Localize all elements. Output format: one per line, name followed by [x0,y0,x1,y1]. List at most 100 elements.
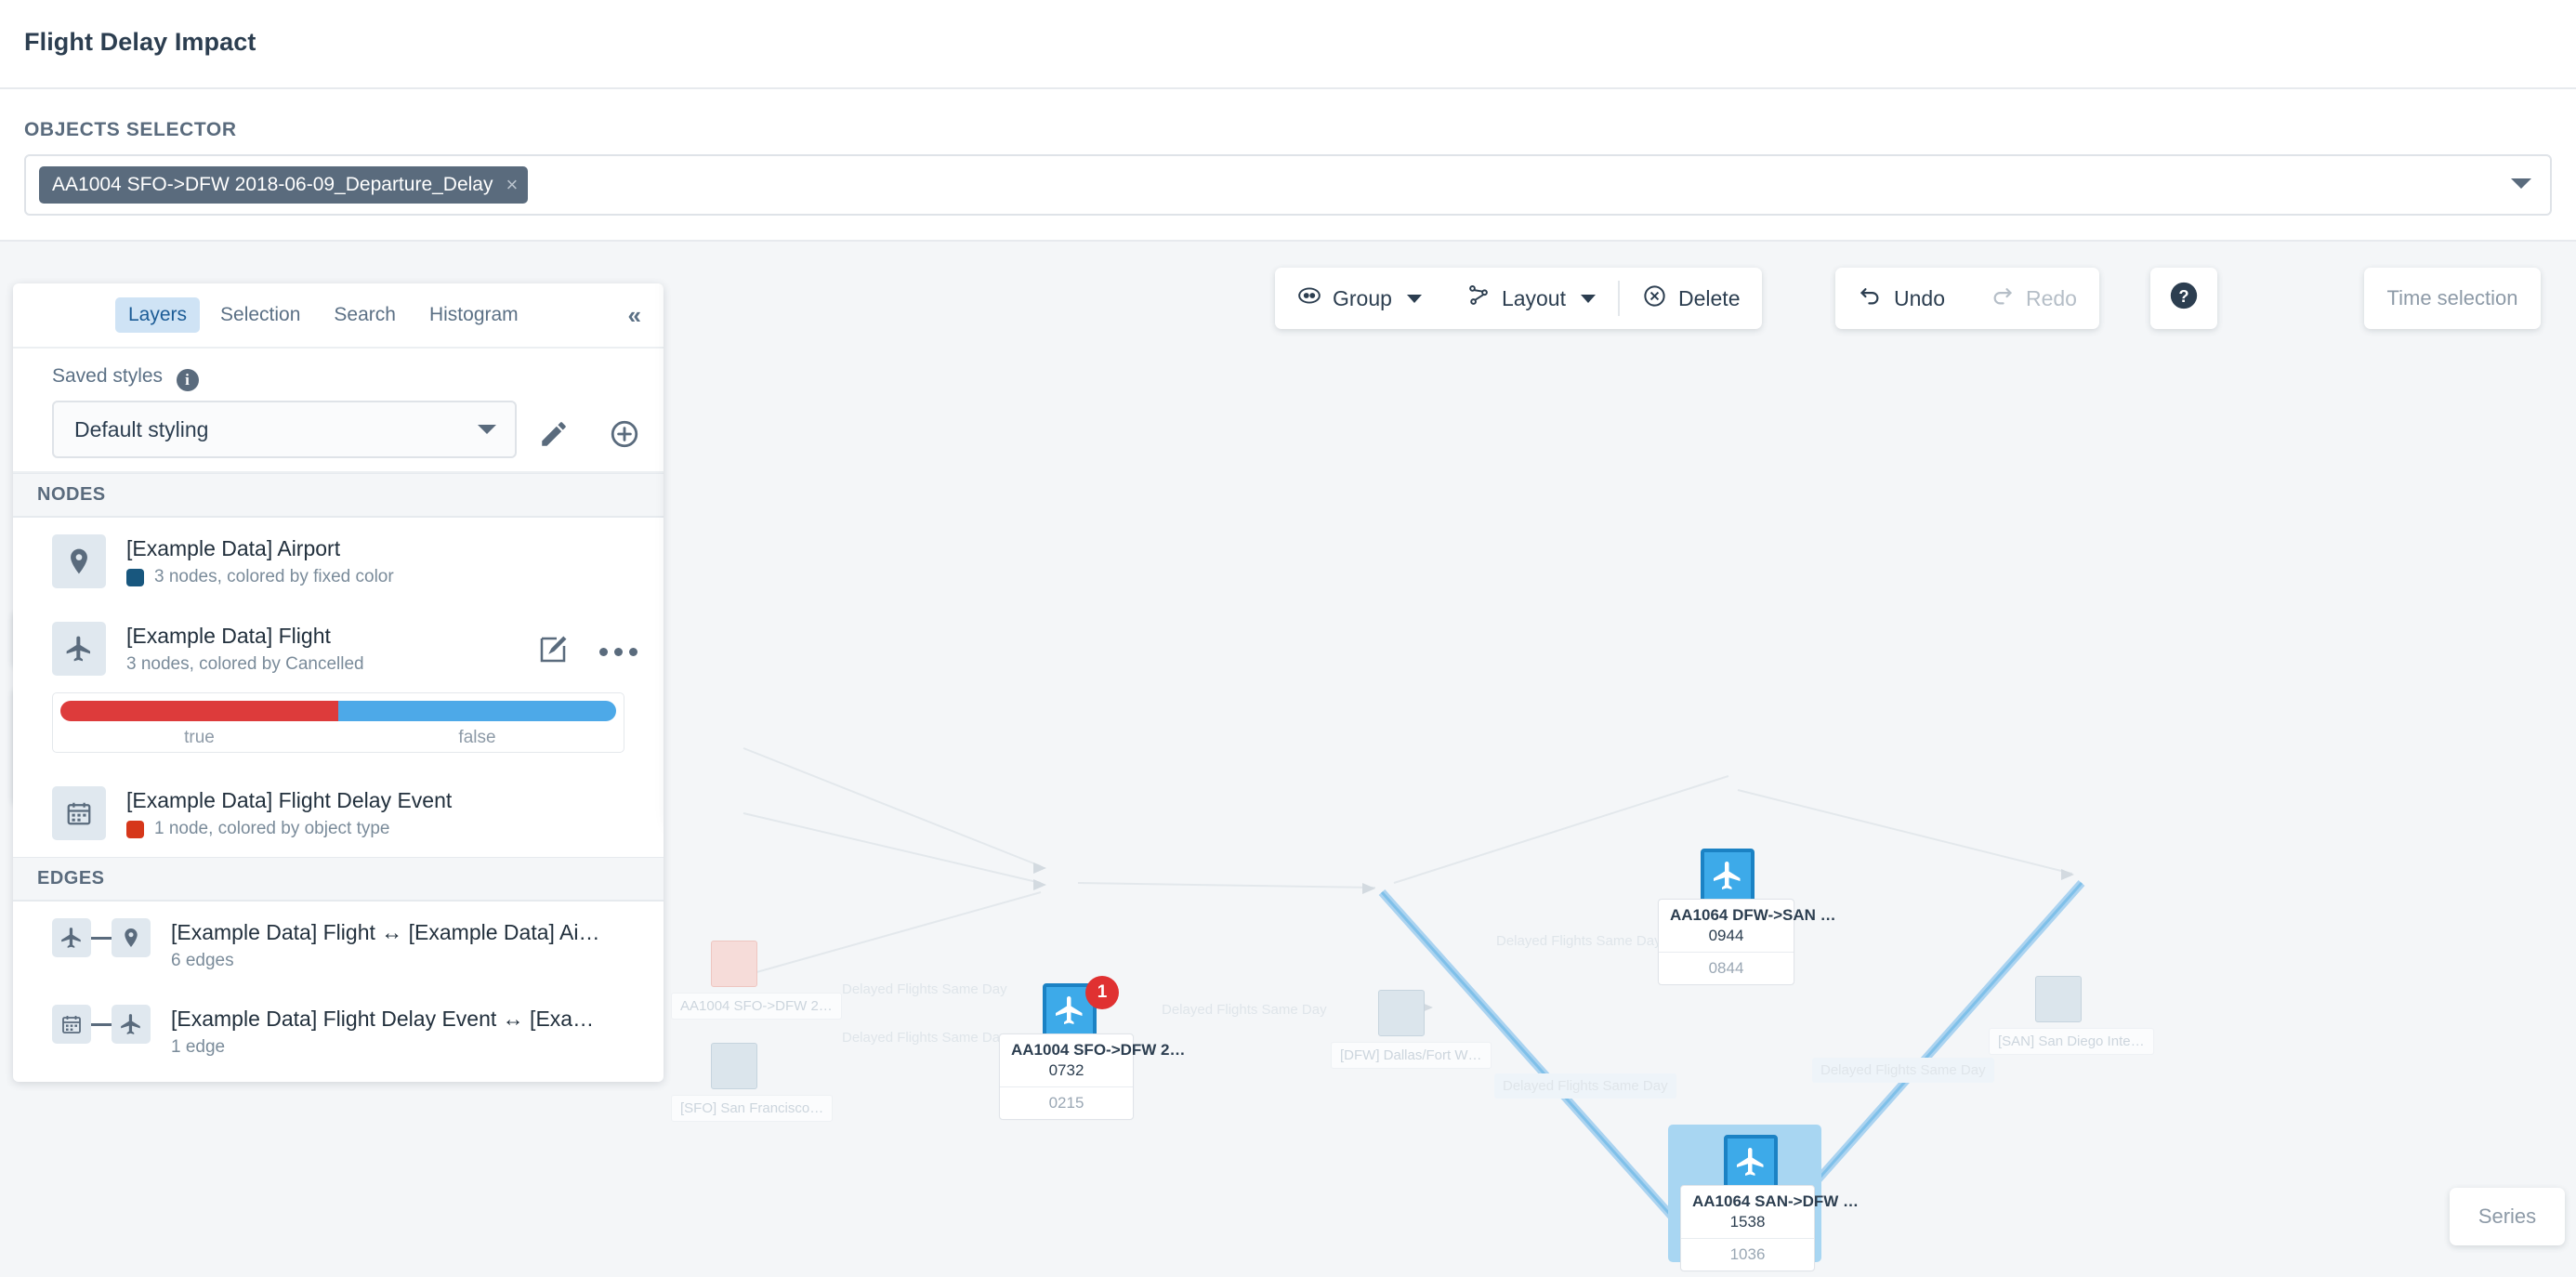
edge-connector [91,1022,112,1026]
layer-row-flight[interactable]: [Example Data] Flight 3 nodes, colored b… [13,605,664,692]
edge-icon-pair [52,918,151,957]
colorbar-legend-false: false [458,728,496,747]
group-button[interactable]: Group [1275,268,1444,329]
airplane-icon [1724,1135,1778,1189]
redo-button-label: Redo [2025,285,2077,310]
layer-name: [Example Data] Flight Delay Event ↔ [Exa… [171,1007,595,1031]
delete-button[interactable]: Delete [1620,268,1762,329]
time-selection-label: Time selection [2386,286,2518,309]
objects-selector-section: OBJECTS SELECTOR AA1004 SFO->DFW 2018-06… [0,89,2576,242]
layer-subtitle: 3 nodes, colored by fixed color [126,567,394,587]
redo-button[interactable]: Redo [1967,268,2099,329]
saved-styles-select[interactable]: Default styling [52,401,517,458]
airplane-icon [52,622,106,676]
layer-row-airport[interactable]: [Example Data] Airport 3 nodes, colored … [13,518,664,605]
layer-subtitle-text: 6 edges [171,951,234,970]
layers-panel-tabs: Layers Selection Search Histogram « [13,283,664,349]
ghost-node-sfo-icon[interactable] [711,1043,757,1089]
edge-label: Delayed Flights Same Day [1162,1002,1327,1018]
tab-search[interactable]: Search [321,297,409,333]
layer-info: [Example Data] Flight Delay Event 1 node… [126,786,452,839]
ghost-node-san-icon[interactable] [2035,976,2082,1022]
layer-row-flight-delay-event[interactable]: [Example Data] Flight Delay Event 1 node… [13,770,664,857]
close-icon[interactable]: × [506,175,519,195]
graph-node-label: AA1004 SFO->DFW 2… 0732 0215 [999,1033,1186,1120]
group-icon [1297,283,1321,313]
colorbar-legend-true: true [184,728,215,747]
section-header-edges: EDGES [13,857,664,902]
toolbar-help-group: ? [2150,268,2217,329]
ghost-node-event-label: AA1004 SFO->DFW 2… [671,993,842,1020]
edge-label: Delayed Flights Same Day [1496,933,1662,949]
selected-object-chip[interactable]: AA1004 SFO->DFW 2018-06-09_Departure_Del… [39,166,529,204]
edit-pencil-icon[interactable] [538,418,570,454]
saved-styles-actions [538,418,640,454]
layer-info: [Example Data] Flight Delay Event ↔ [Exa… [171,1005,594,1058]
collapse-panel-icon[interactable]: « [628,301,641,330]
edge-label: Delayed Flights Same Day [1812,1058,1994,1083]
saved-styles-label: Saved styles [52,365,164,387]
airplane-icon [112,1005,151,1044]
layer-subtitle-text: 3 nodes, colored by Cancelled [126,654,364,674]
colorbar-segment-true [60,701,338,721]
redo-icon [1990,283,2015,314]
layer-subtitle: 3 nodes, colored by Cancelled [126,654,364,675]
chip-label: AA1004 SFO->DFW 2018-06-09_Departure_Del… [52,174,493,195]
series-button[interactable]: Series [2450,1188,2565,1245]
group-button-label: Group [1333,285,1392,310]
objects-selector-input[interactable]: AA1004 SFO->DFW 2018-06-09_Departure_Del… [24,154,2552,216]
help-icon: ? [2168,280,2200,317]
delete-button-label: Delete [1678,285,1741,310]
edge-icon-pair [52,1005,151,1044]
tab-histogram[interactable]: Histogram [416,297,532,333]
chevron-down-icon [1406,294,1422,303]
edge-label: Delayed Flights Same Day [842,981,1007,997]
node-line3: 0215 [1000,1086,1133,1119]
more-options-icon[interactable] [599,648,637,656]
layout-button[interactable]: Layout [1444,268,1618,329]
tab-selection[interactable]: Selection [207,297,313,333]
ghost-node-event-icon[interactable] [711,941,757,987]
undo-button[interactable]: Undo [1835,268,1967,329]
time-selection-button[interactable]: Time selection [2364,268,2541,329]
objects-selector-label: OBJECTS SELECTOR [24,119,237,140]
app-root: AA1004 SFO->DFW 2… [SFO] San Francisco… … [0,0,2576,1277]
toolbar-main-group: Group Layout Delete [1275,268,1763,329]
layer-name: [Example Data] Airport [126,536,341,560]
ghost-node-dfw-icon[interactable] [1378,990,1425,1036]
layer-name: [Example Data] Flight [126,624,331,648]
node-badge-count: 1 [1085,976,1119,1009]
section-header-nodes: NODES [13,473,664,518]
page-title: Flight Delay Impact [24,28,256,56]
ghost-node-dfw-label: [DFW] Dallas/Fort W… [1331,1042,1492,1069]
layer-row-edge-flight-airport[interactable]: [Example Data] Flight ↔ [Example Data] A… [13,902,664,988]
undo-button-label: Undo [1894,285,1945,310]
layer-subtitle-text: 3 nodes, colored by fixed color [154,567,394,586]
node-line3: 0844 [1659,952,1794,984]
saved-styles-section: Saved styles i Default styling [13,349,664,473]
tab-layers[interactable]: Layers [115,297,201,333]
node-title: AA1064 DFW->SAN … [1670,906,1836,924]
node-title: AA1064 SAN->DFW … [1692,1192,1860,1210]
edge-connector [91,936,112,940]
ghost-node-sfo-label: [SFO] San Francisco… [671,1095,834,1122]
app-header: Flight Delay Impact [0,0,2576,89]
layer-color-dot [126,820,144,838]
layer-colorbar: true false [52,692,624,753]
layer-row-edge-event-flight[interactable]: [Example Data] Flight Delay Event ↔ [Exa… [13,988,664,1082]
layer-info: [Example Data] Airport 3 nodes, colored … [126,534,394,587]
layer-subtitle-text: 1 node, colored by object type [154,819,390,838]
node-line2: 0732 [1048,1061,1084,1079]
layer-info: [Example Data] Flight ↔ [Example Data] A… [171,918,599,971]
info-icon[interactable]: i [176,369,199,391]
layout-button-label: Layout [1501,285,1566,310]
add-style-icon[interactable] [609,418,640,454]
layer-subtitle: 6 edges [171,951,599,971]
map-pin-icon [52,534,106,588]
calendar-icon [52,786,106,840]
help-button[interactable]: ? [2150,268,2217,329]
saved-styles-value: Default styling [74,416,209,441]
svg-text:?: ? [2178,286,2188,306]
edit-style-icon[interactable] [538,635,568,669]
chevron-down-icon[interactable] [2511,178,2531,189]
